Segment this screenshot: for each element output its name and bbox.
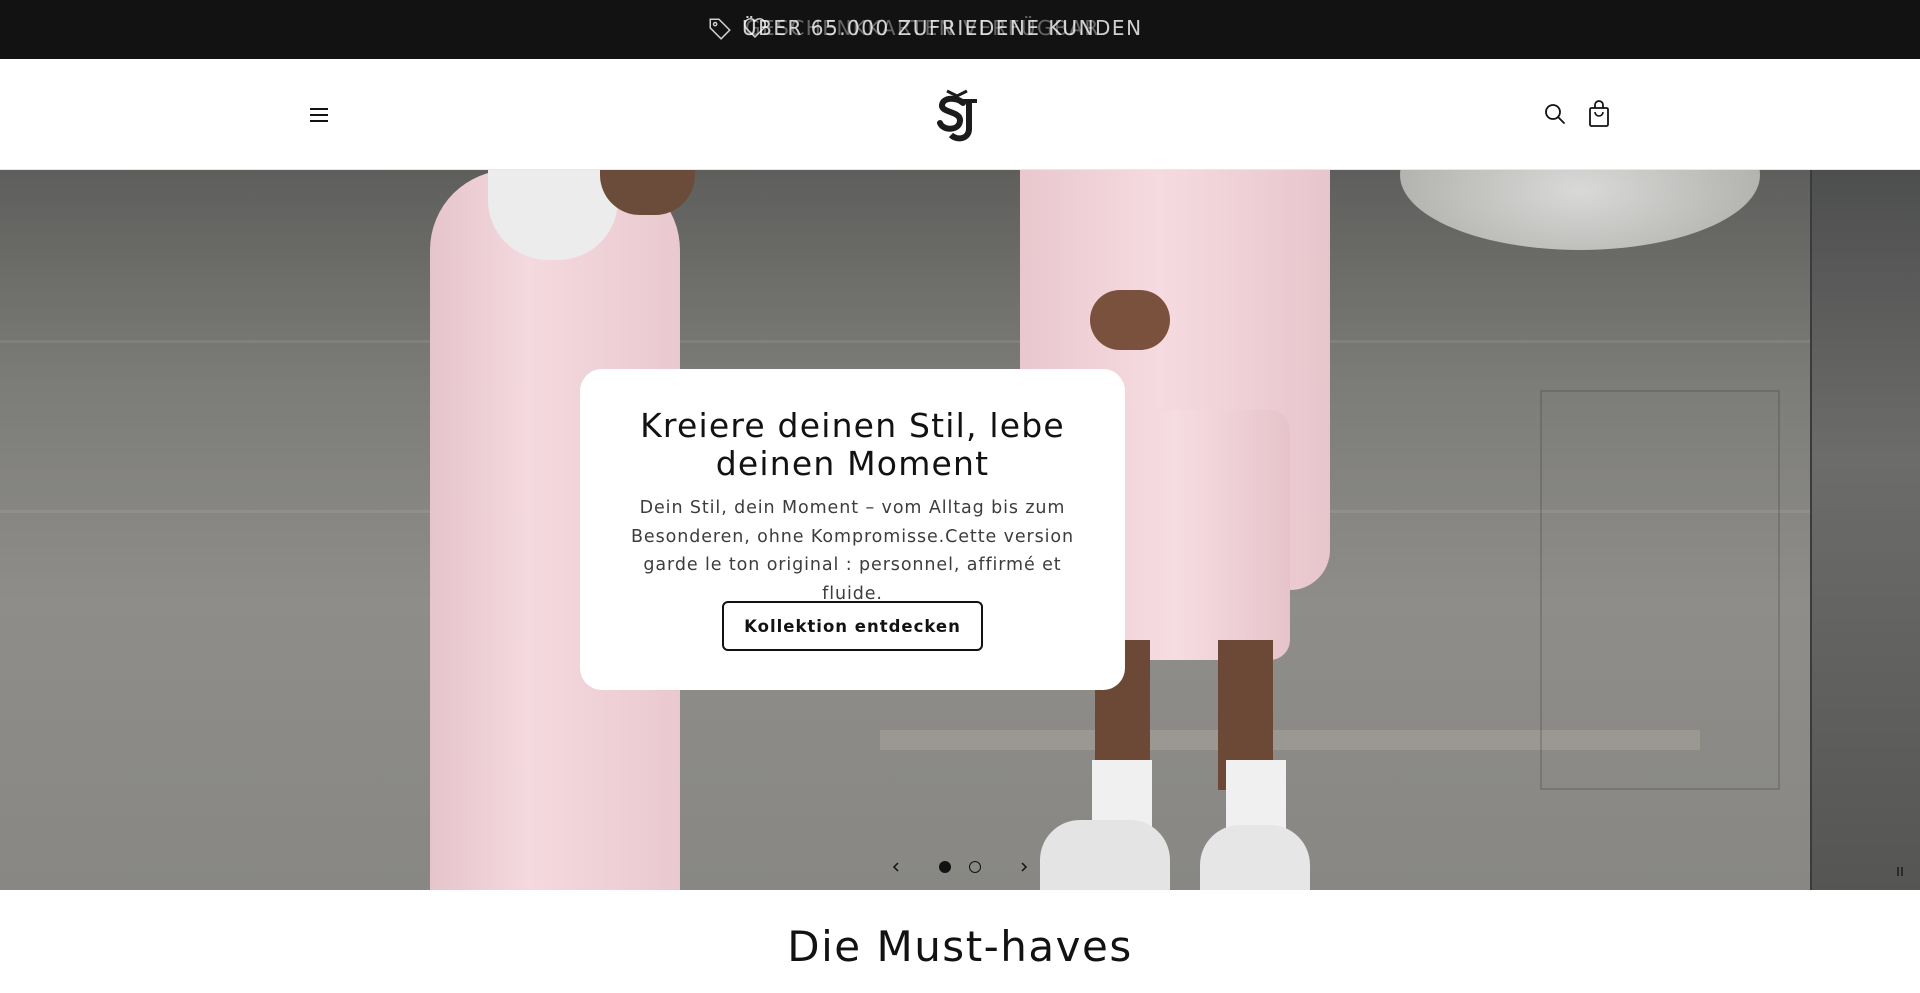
- search-icon[interactable]: [1541, 100, 1569, 128]
- announcement-slider: Geschenkkarten verfügbar Über 65.000 zuf…: [0, 0, 1920, 59]
- shopping-bag-icon[interactable]: [1585, 99, 1613, 129]
- hamburger-menu-icon-line: [310, 120, 328, 122]
- chevron-right-icon[interactable]: [1014, 857, 1034, 877]
- hamburger-menu-icon: [310, 108, 328, 110]
- menu-button[interactable]: [306, 101, 334, 129]
- pause-icon: [1897, 867, 1899, 876]
- tag-icon: [709, 18, 731, 40]
- hero-content-card: Kreiere deinen Stil, lebe deinen Moment …: [580, 369, 1125, 690]
- pause-icon-bar: [1901, 867, 1903, 876]
- pause-slideshow-button[interactable]: [1878, 853, 1920, 890]
- logo[interactable]: [927, 87, 987, 143]
- announcement-bar: Geschenkkarten verfügbar Über 65.000 zuf…: [0, 0, 1920, 59]
- hero-image-person-right-shoes: [1200, 825, 1310, 890]
- hero-description: Dein Stil, dein Moment – vom Alltag bis …: [631, 498, 1074, 604]
- hero-slideshow: Kreiere deinen Stil, lebe deinen Moment …: [0, 170, 1920, 890]
- slide-dot-1[interactable]: [939, 861, 951, 873]
- hero-title: Kreiere deinen Stil, lebe deinen Moment: [640, 406, 1065, 483]
- site-header: [0, 59, 1920, 170]
- section-title: Die Must-haves: [787, 922, 1133, 971]
- announcement-message-primary: Über 65.000 zufriedene Kunden: [742, 16, 1143, 40]
- hero-image-next-slide-peek: [1812, 170, 1920, 890]
- hero-image-floor: [0, 340, 1810, 343]
- hero-image-person-right-shoes: [1040, 820, 1170, 890]
- hero-image-blimp: [1400, 170, 1760, 250]
- slide-dot-2[interactable]: [969, 861, 981, 873]
- chevron-left-icon[interactable]: [886, 857, 906, 877]
- hamburger-menu-icon-line: [310, 114, 328, 116]
- hero-image-floor: [1540, 390, 1780, 790]
- hero-image-person-right-hands: [1090, 290, 1170, 350]
- discover-collection-button[interactable]: Kollektion entdecken: [722, 601, 983, 651]
